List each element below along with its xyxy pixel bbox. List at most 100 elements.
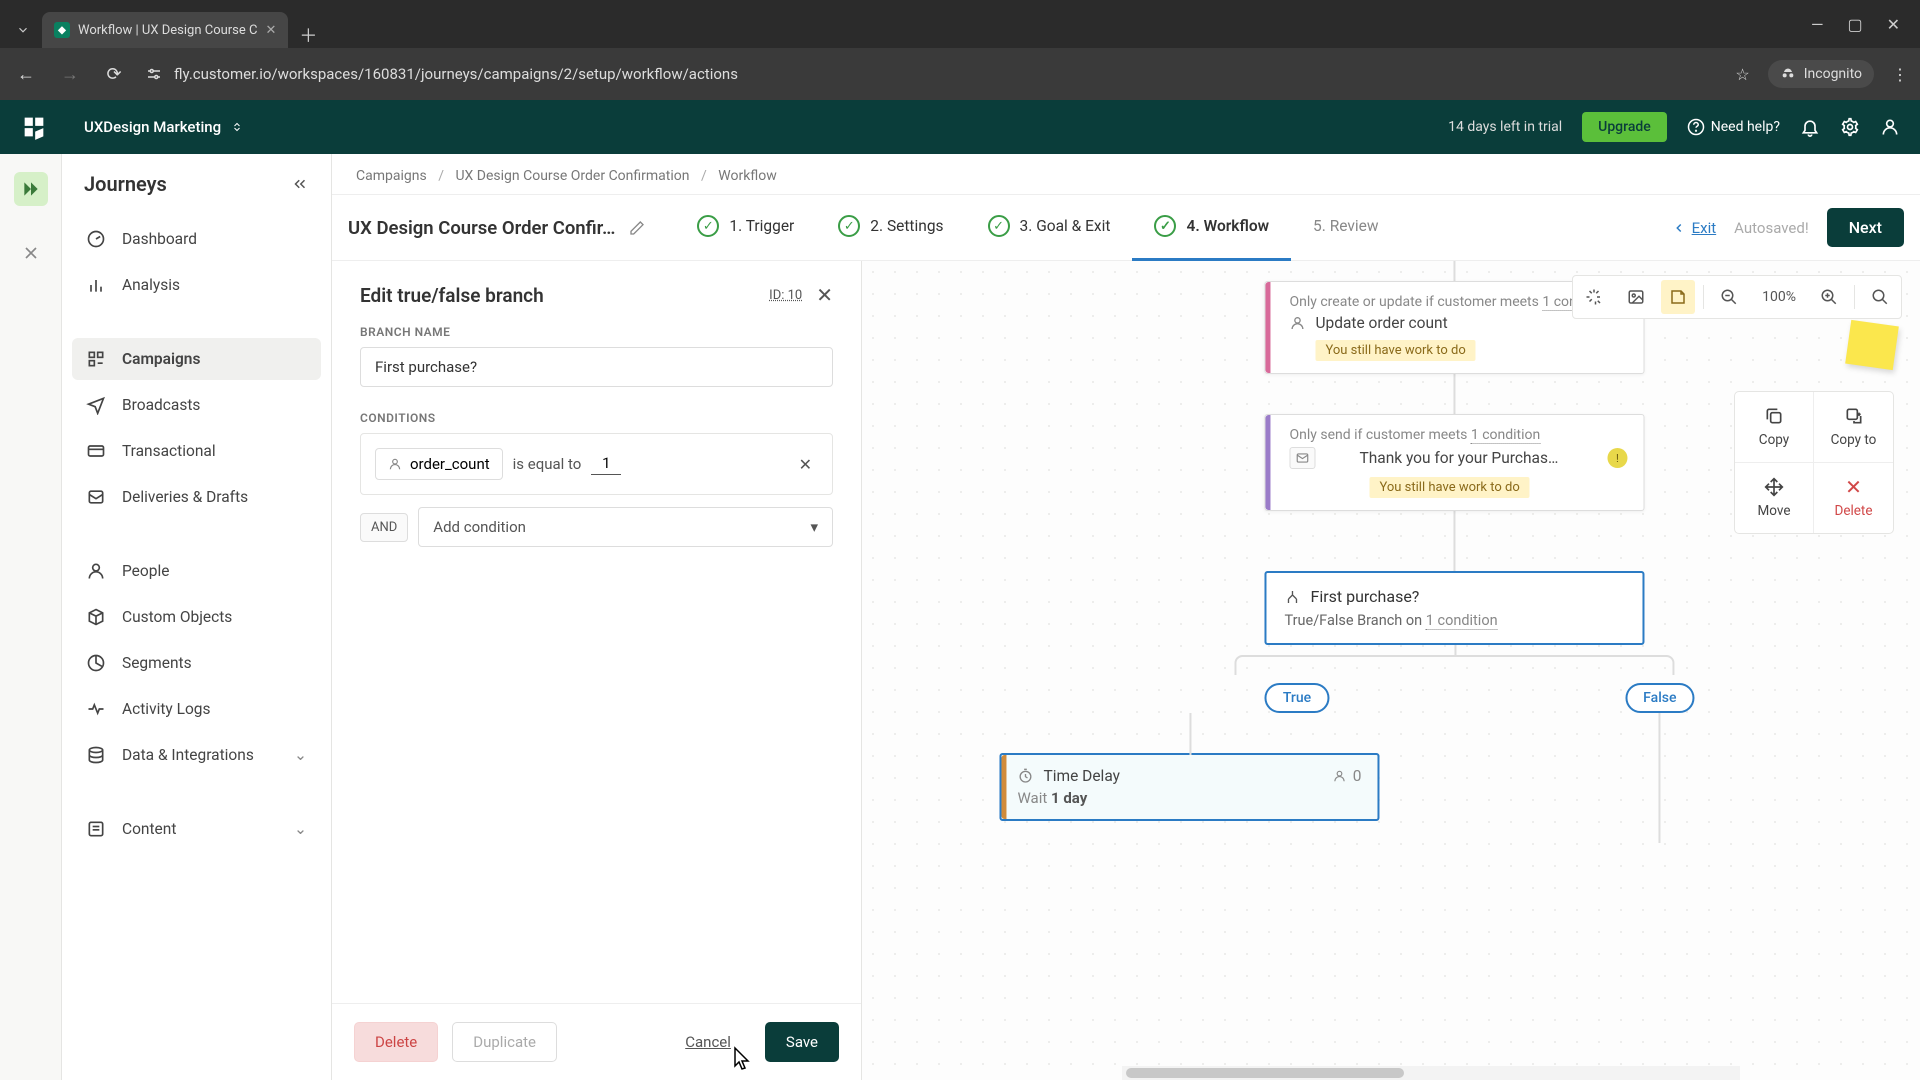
app-rail bbox=[0, 154, 62, 1080]
reload-icon[interactable]: ⟳ bbox=[100, 64, 128, 85]
account-icon[interactable] bbox=[1880, 117, 1900, 137]
add-condition-dropdown[interactable]: Add condition ▾ bbox=[418, 507, 833, 547]
browser-menu-icon[interactable]: ⋮ bbox=[1892, 65, 1908, 84]
node-first-purchase-branch[interactable]: First purchase? True/False Branch on 1 c… bbox=[1264, 571, 1644, 645]
zoom-level[interactable]: 100% bbox=[1754, 289, 1804, 305]
horizontal-scrollbar[interactable] bbox=[1122, 1066, 1740, 1080]
tab-list-dropdown[interactable] bbox=[8, 12, 38, 48]
and-operator-chip[interactable]: AND bbox=[360, 513, 408, 542]
node-time-delay[interactable]: Time Delay 0 Wait 1 day bbox=[999, 753, 1379, 821]
todo-badge: You still have work to do bbox=[1369, 477, 1529, 498]
breadcrumb: Campaigns / UX Design Course Order Confi… bbox=[332, 154, 1920, 195]
notifications-icon[interactable] bbox=[1800, 117, 1820, 137]
sidebar: Journeys Dashboard Analysis Campaigns Br… bbox=[62, 154, 332, 1080]
close-icon[interactable]: ✕ bbox=[265, 23, 276, 38]
duplicate-button[interactable]: Duplicate bbox=[452, 1022, 557, 1062]
edit-title-icon[interactable] bbox=[629, 220, 645, 236]
sidebar-item-content[interactable]: Content ⌄ bbox=[72, 808, 321, 850]
chevron-down-icon: ▾ bbox=[810, 518, 818, 536]
new-tab-button[interactable]: ＋ bbox=[292, 22, 324, 48]
autosaved-label: Autosaved! bbox=[1734, 219, 1809, 237]
sidebar-item-broadcasts[interactable]: Broadcasts bbox=[72, 384, 321, 426]
tab-title: Workflow | UX Design Course C bbox=[78, 23, 257, 38]
note-icon[interactable] bbox=[1661, 280, 1695, 314]
close-editor-icon[interactable]: ✕ bbox=[816, 283, 833, 307]
breadcrumb-campaign-name[interactable]: UX Design Course Order Confirmation bbox=[455, 168, 689, 184]
address-bar[interactable]: fly.customer.io/workspaces/160831/journe… bbox=[174, 65, 738, 83]
exit-link[interactable]: Exit bbox=[1672, 219, 1717, 237]
workspace-switcher[interactable]: UXDesign Marketing bbox=[84, 118, 243, 136]
branch-name-input[interactable] bbox=[360, 347, 833, 387]
action-copy[interactable]: Copy bbox=[1735, 392, 1814, 463]
todo-badge: You still have work to do bbox=[1315, 340, 1475, 361]
sidebar-item-people[interactable]: People bbox=[72, 550, 321, 592]
browser-tab-strip: ◆ Workflow | UX Design Course C ✕ ＋ — ▢ … bbox=[0, 0, 1920, 48]
browser-toolbar: ← → ⟳ fly.customer.io/workspaces/160831/… bbox=[0, 48, 1920, 100]
image-icon[interactable] bbox=[1619, 280, 1653, 314]
zoom-in-icon[interactable] bbox=[1812, 280, 1846, 314]
page-title: UX Design Course Order Confir… bbox=[348, 217, 615, 239]
sidebar-item-campaigns[interactable]: Campaigns bbox=[72, 338, 321, 380]
step-workflow[interactable]: ✓4. Workflow bbox=[1132, 195, 1291, 261]
sidebar-item-custom-objects[interactable]: Custom Objects bbox=[72, 596, 321, 638]
upgrade-button[interactable]: Upgrade bbox=[1582, 112, 1667, 142]
bookmark-icon[interactable]: ☆ bbox=[1735, 65, 1749, 84]
editor-title: Edit true/false branch bbox=[360, 284, 544, 307]
action-copy-to[interactable]: Copy to bbox=[1814, 392, 1893, 463]
step-settings[interactable]: ✓2. Settings bbox=[816, 195, 965, 261]
condition-operator[interactable]: is equal to bbox=[513, 455, 582, 473]
maximize-icon[interactable]: ▢ bbox=[1847, 15, 1862, 34]
app-header: UXDesign Marketing 14 days left in trial… bbox=[0, 100, 1920, 154]
branch-false-pill[interactable]: False bbox=[1625, 683, 1694, 713]
canvas-toolbar: 100% bbox=[1572, 275, 1902, 319]
step-goal-exit[interactable]: ✓3. Goal & Exit bbox=[966, 195, 1133, 261]
editor-id[interactable]: ID: 10 bbox=[769, 288, 802, 303]
forward-icon[interactable]: → bbox=[56, 64, 84, 85]
breadcrumb-campaigns[interactable]: Campaigns bbox=[356, 168, 427, 184]
branch-true-pill[interactable]: True bbox=[1265, 683, 1329, 713]
cancel-button[interactable]: Cancel bbox=[665, 1023, 751, 1061]
node-thank-you-email[interactable]: Only send if customer meets 1 condition … bbox=[1264, 414, 1644, 511]
sidebar-title: Journeys bbox=[84, 172, 167, 196]
sidebar-item-analysis[interactable]: Analysis bbox=[72, 264, 321, 306]
action-move[interactable]: Move bbox=[1735, 463, 1814, 533]
branch-name-label: BRANCH NAME bbox=[360, 325, 833, 339]
sticky-note[interactable] bbox=[1845, 320, 1899, 370]
logo-icon[interactable] bbox=[20, 113, 48, 141]
search-icon[interactable] bbox=[1863, 280, 1897, 314]
condition-row: order_count is equal to ✕ bbox=[360, 433, 833, 495]
sidebar-item-dashboard[interactable]: Dashboard bbox=[72, 218, 321, 260]
insights-icon[interactable] bbox=[1577, 280, 1611, 314]
site-settings-icon[interactable] bbox=[144, 65, 164, 83]
step-review[interactable]: 5. Review bbox=[1291, 195, 1400, 261]
settings-icon[interactable] bbox=[1840, 117, 1860, 137]
tab-favicon-icon: ◆ bbox=[54, 22, 70, 38]
trial-notice: 14 days left in trial bbox=[1448, 119, 1562, 135]
help-link[interactable]: Need help? bbox=[1687, 118, 1780, 136]
next-button[interactable]: Next bbox=[1827, 208, 1904, 247]
collapse-sidebar-icon[interactable] bbox=[291, 175, 309, 193]
step-trigger[interactable]: ✓1. Trigger bbox=[675, 195, 816, 261]
sidebar-item-segments[interactable]: Segments bbox=[72, 642, 321, 684]
rail-secondary[interactable] bbox=[14, 236, 48, 270]
zoom-out-icon[interactable] bbox=[1712, 280, 1746, 314]
sidebar-item-deliveries[interactable]: Deliveries & Drafts bbox=[72, 476, 321, 518]
rail-journeys[interactable] bbox=[14, 172, 48, 206]
sidebar-item-transactional[interactable]: Transactional bbox=[72, 430, 321, 472]
save-button[interactable]: Save bbox=[765, 1022, 839, 1062]
browser-tab[interactable]: ◆ Workflow | UX Design Course C ✕ bbox=[42, 12, 288, 48]
node-actions-panel: Copy Copy to Move ✕ Delete bbox=[1734, 391, 1894, 534]
workflow-canvas[interactable]: 100% Copy Copy to bbox=[862, 261, 1920, 1080]
sidebar-item-data-integrations[interactable]: Data & Integrations ⌄ bbox=[72, 734, 321, 776]
conditions-label: CONDITIONS bbox=[360, 411, 833, 425]
condition-value-input[interactable] bbox=[591, 454, 621, 475]
window-close-icon[interactable]: ✕ bbox=[1887, 15, 1900, 34]
condition-attribute-chip[interactable]: order_count bbox=[375, 448, 503, 480]
back-icon[interactable]: ← bbox=[12, 64, 40, 85]
delete-button[interactable]: Delete bbox=[354, 1022, 438, 1062]
remove-condition-icon[interactable]: ✕ bbox=[799, 455, 818, 474]
action-delete[interactable]: ✕ Delete bbox=[1814, 463, 1893, 533]
incognito-badge[interactable]: Incognito bbox=[1768, 60, 1874, 88]
sidebar-item-activity-logs[interactable]: Activity Logs bbox=[72, 688, 321, 730]
minimize-icon[interactable]: — bbox=[1811, 15, 1824, 34]
